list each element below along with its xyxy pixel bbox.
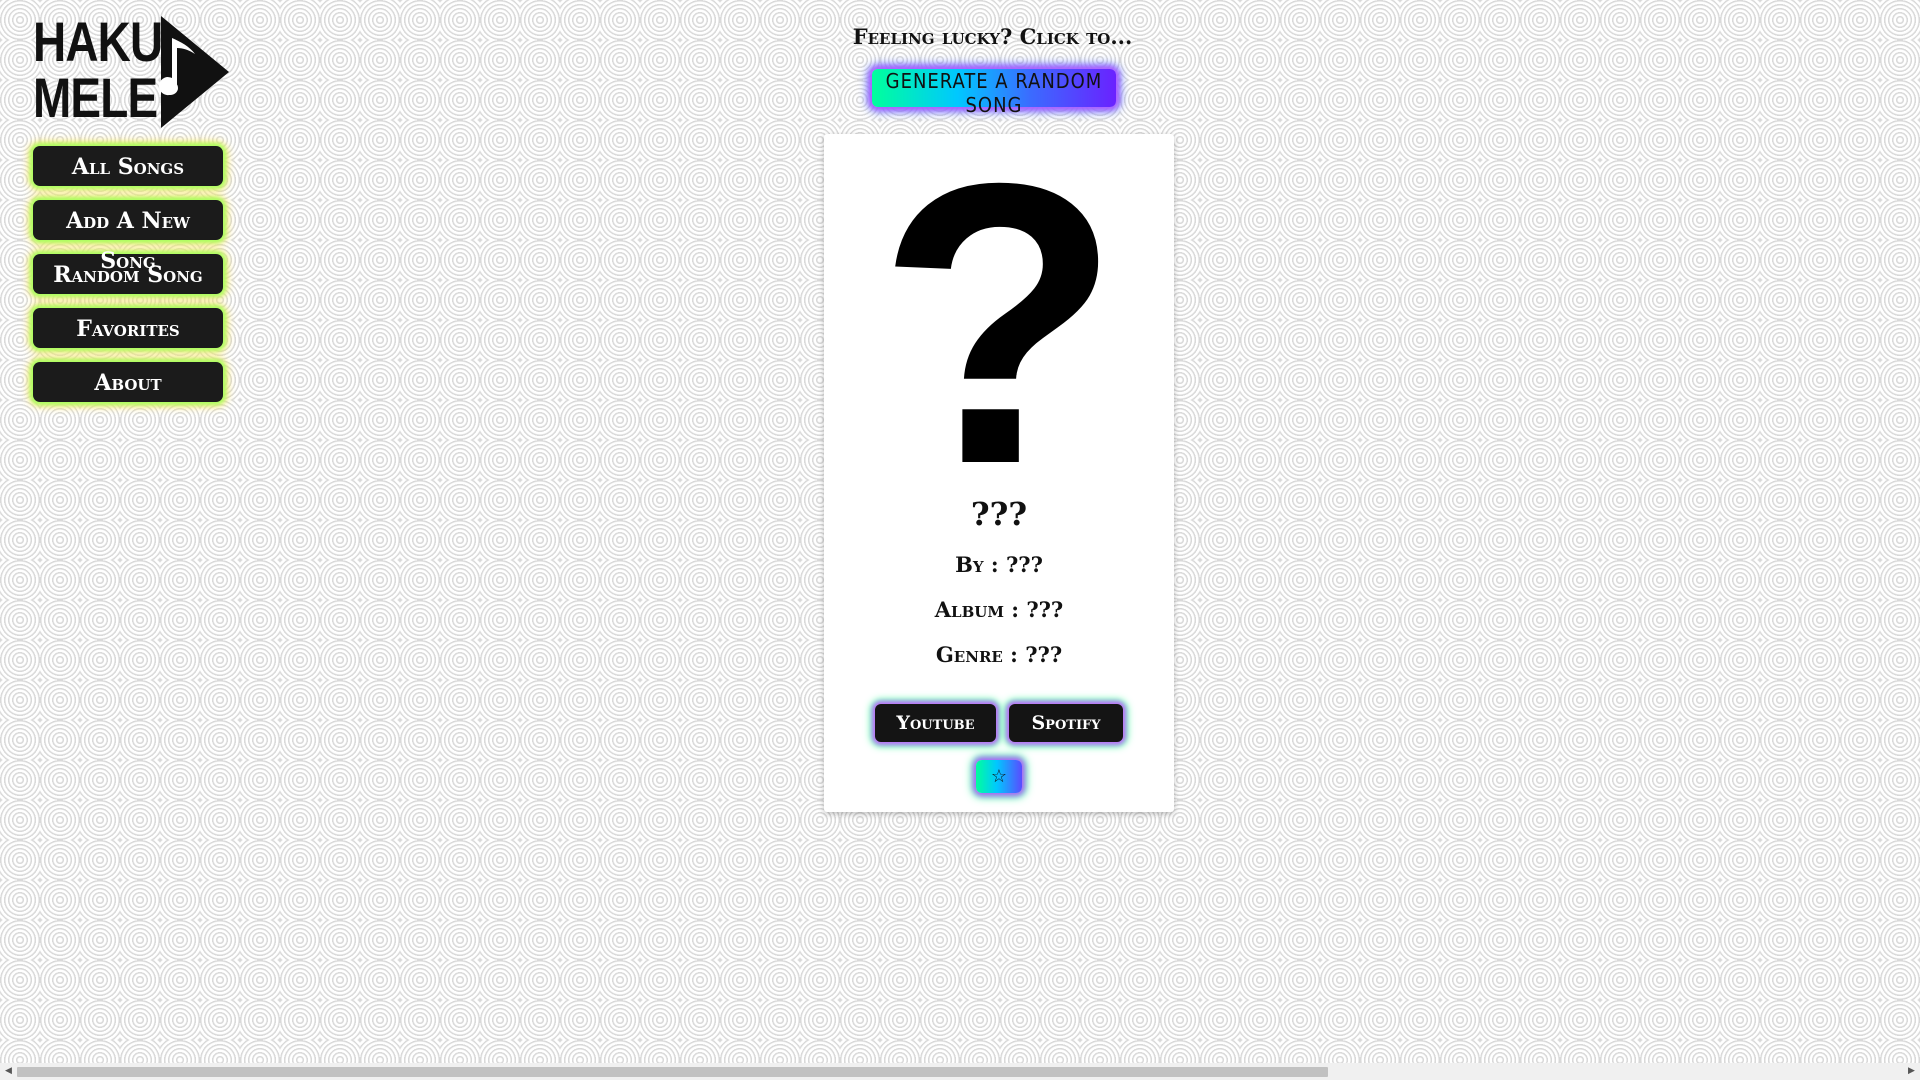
scroll-right-arrow-icon[interactable]: ▶ bbox=[1903, 1063, 1920, 1080]
horizontal-scrollbar[interactable]: ◀ ▶ bbox=[0, 1063, 1920, 1080]
song-album: Album : ??? bbox=[934, 597, 1064, 622]
album-art-placeholder: ? bbox=[876, 100, 1122, 547]
song-genre: Genre : ??? bbox=[935, 642, 1063, 667]
scroll-left-arrow-icon[interactable]: ◀ bbox=[0, 1063, 17, 1080]
song-card: ? ??? By : ??? Album : ??? Genre : ??? Y… bbox=[824, 100, 1174, 812]
youtube-button[interactable]: Youtube bbox=[875, 704, 996, 742]
logo-line-2: MELE bbox=[33, 66, 158, 129]
nav-add-song-button[interactable]: Add A New Song bbox=[33, 200, 223, 274]
scrollbar-thumb[interactable] bbox=[17, 1067, 1328, 1077]
favorite-star-button[interactable]: ☆ bbox=[976, 760, 1022, 793]
nav-random-song-button[interactable]: Random Song bbox=[33, 254, 223, 294]
nav-all-songs-button[interactable]: All Songs bbox=[33, 146, 223, 186]
sidebar-nav: All Songs Add A New Song Random Song Fav… bbox=[33, 146, 223, 416]
nav-favorites-button[interactable]: Favorites bbox=[33, 308, 223, 348]
lucky-prompt: Feeling lucky? Click to... bbox=[852, 24, 1133, 49]
song-title: ??? bbox=[970, 495, 1028, 533]
spotify-button[interactable]: Spotify bbox=[1009, 704, 1123, 742]
song-artist: By : ??? bbox=[955, 552, 1043, 577]
nav-about-button[interactable]: About bbox=[33, 362, 223, 402]
